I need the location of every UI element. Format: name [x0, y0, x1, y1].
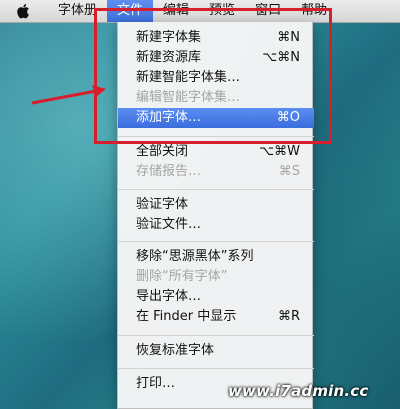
menu-separator: [118, 335, 314, 336]
menu-separator: [118, 368, 314, 369]
menu-item-shortcut: ⌥⌘W: [259, 144, 300, 159]
watermark-text: www.i7admin.cc: [228, 382, 369, 400]
annotation-arrow-icon: [31, 85, 106, 105]
menu-item-label: 全部关闭: [136, 144, 189, 159]
menu-item-label: 存储报告…: [136, 164, 202, 179]
menu-item-restore-standard-fonts[interactable]: 恢复标准字体: [118, 341, 314, 361]
menu-item-shortcut: ⌘S: [278, 164, 300, 179]
menu-item-shortcut: ⌘R: [277, 309, 300, 324]
apple-icon[interactable]: [16, 3, 30, 19]
menu-separator: [118, 189, 314, 190]
menu-item-label: 导出字体…: [136, 289, 202, 304]
menu-item-show-in-finder[interactable]: 在 Finder 中显示 ⌘R: [118, 307, 314, 327]
menu-item-remove-family[interactable]: 移除“思源黑体”系列: [118, 247, 314, 267]
menu-item-label: 验证字体: [136, 197, 189, 212]
menu-item-validate-fonts[interactable]: 验证字体: [118, 195, 314, 215]
menu-separator: [118, 241, 314, 242]
menu-item-validate-file[interactable]: 验证文件…: [118, 215, 314, 235]
menu-item-label: 移除“思源黑体”系列: [136, 249, 254, 264]
menu-item-label: 在 Finder 中显示: [136, 309, 237, 324]
menu-item-delete-all-fonts: 删除“所有字体”: [118, 267, 314, 287]
menu-item-label: 删除“所有字体”: [136, 269, 228, 284]
annotation-highlight-box: [94, 8, 332, 144]
menu-item-close-all[interactable]: 全部关闭 ⌥⌘W: [118, 142, 314, 162]
menu-item-save-report: 存储报告… ⌘S: [118, 162, 314, 182]
menu-item-label: 验证文件…: [136, 217, 202, 232]
menu-item-label: 恢复标准字体: [136, 343, 215, 358]
menu-item-label: 打印…: [136, 376, 176, 391]
menu-item-export-fonts[interactable]: 导出字体…: [118, 287, 314, 307]
